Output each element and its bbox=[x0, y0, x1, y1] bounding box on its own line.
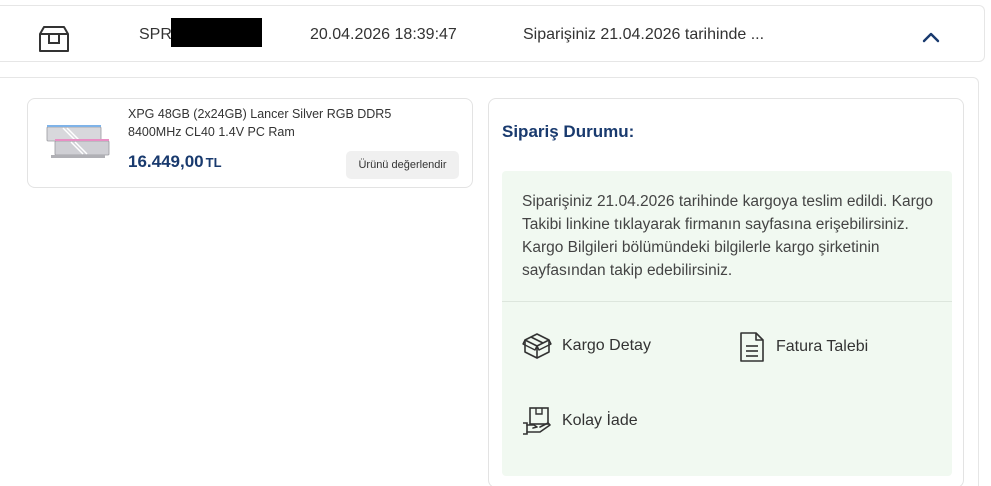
invoice-request-label: Fatura Talebi bbox=[776, 338, 869, 355]
divider bbox=[502, 301, 952, 302]
package-box-icon bbox=[39, 26, 69, 52]
status-title: Sipariş Durumu: bbox=[502, 122, 635, 141]
invoice-request-button[interactable]: Fatura Talebi bbox=[738, 331, 868, 363]
product-name[interactable]: XPG 48GB (2x24GB) Lancer Silver RGB DDR5… bbox=[128, 105, 428, 141]
order-status-card: Sipariş Durumu: Siparişiniz 21.04.2026 t… bbox=[488, 98, 964, 486]
cargo-box-icon bbox=[522, 333, 552, 359]
cargo-detail-button[interactable]: Kargo Detay bbox=[522, 331, 651, 361]
cargo-detail-label: Kargo Detay bbox=[562, 337, 651, 354]
status-message: Siparişiniz 21.04.2026 tarihinde kargoya… bbox=[522, 193, 933, 279]
order-status-summary: Siparişiniz 21.04.2026 tarihinde ... bbox=[523, 26, 765, 43]
product-price: 16.449,00 TL bbox=[128, 152, 222, 172]
easy-return-label: Kolay İade bbox=[562, 412, 638, 429]
easy-return-button[interactable]: Kolay İade bbox=[522, 406, 638, 436]
status-box: Siparişiniz 21.04.2026 tarihinde kargoya… bbox=[502, 171, 952, 476]
return-hand-box-icon bbox=[523, 407, 551, 435]
product-card: XPG 48GB (2x24GB) Lancer Silver RGB DDR5… bbox=[27, 98, 473, 188]
invoice-document-icon bbox=[740, 332, 764, 362]
price-currency: TL bbox=[205, 155, 222, 170]
product-image[interactable] bbox=[45, 121, 111, 161]
order-header[interactable]: SPR 20.04.2026 18:39:47 Siparişiniz 21.0… bbox=[0, 5, 985, 62]
order-date: 20.04.2026 18:39:47 bbox=[310, 26, 457, 43]
price-amount: 16.449,00 bbox=[128, 152, 204, 171]
review-product-button[interactable]: Ürünü değerlendir bbox=[346, 151, 459, 179]
chevron-up-icon[interactable] bbox=[918, 26, 944, 48]
order-number: SPR bbox=[139, 26, 172, 43]
redacted-order-number bbox=[171, 18, 262, 47]
